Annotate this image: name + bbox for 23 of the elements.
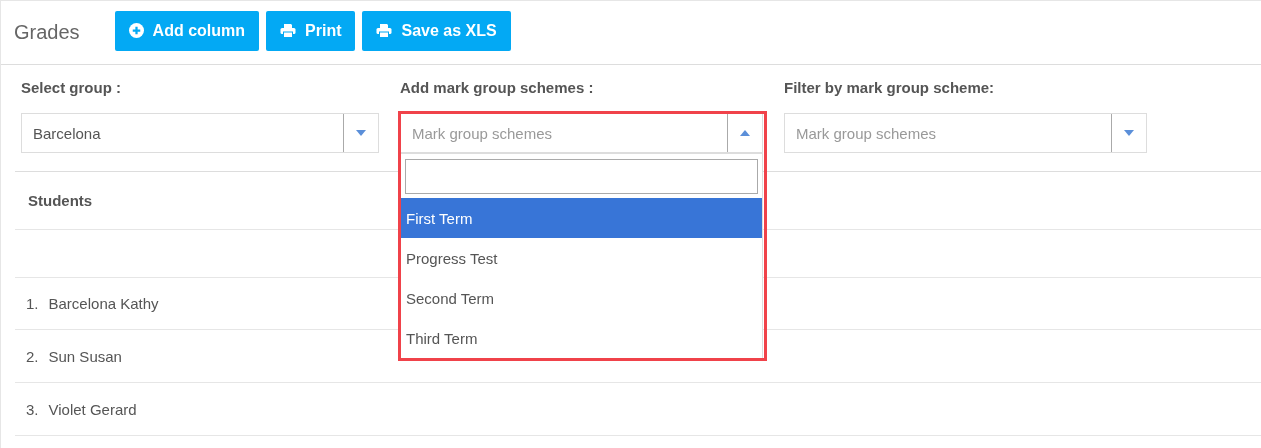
toolbar-button[interactable]: Save as XLS (362, 10, 511, 51)
dropdown-option[interactable]: Third Term (401, 318, 762, 358)
select-field[interactable]: Mark group schemes (400, 113, 763, 153)
field-label: Add mark group schemes : (400, 79, 595, 98)
field-label: Filter by mark group scheme: (784, 79, 996, 98)
field-label: Select group : (21, 79, 122, 98)
toolbar-button[interactable]: Add column (114, 10, 260, 51)
plus-circle-icon (128, 23, 144, 38)
row-number: 3. (26, 400, 39, 418)
select-field[interactable]: Mark group schemes (784, 113, 1147, 153)
dropdown-option[interactable]: Second Term (401, 278, 762, 318)
student-name: Sun Susan (48, 347, 122, 365)
student-name: Violet Gerard (48, 400, 137, 418)
student-name: Barcelona Kathy (48, 295, 159, 312)
select-field[interactable]: Barcelona (21, 113, 379, 153)
page-title: Grades (14, 21, 80, 44)
dropdown-option[interactable]: First Term (401, 198, 762, 238)
dropdown-option[interactable]: Progress Test (401, 238, 762, 278)
column-header: Students (28, 192, 93, 209)
toolbar-button[interactable]: Print (266, 10, 356, 51)
search-field[interactable] (405, 159, 758, 194)
row-number: 1. (26, 295, 39, 312)
row-number: 2. (26, 347, 39, 365)
